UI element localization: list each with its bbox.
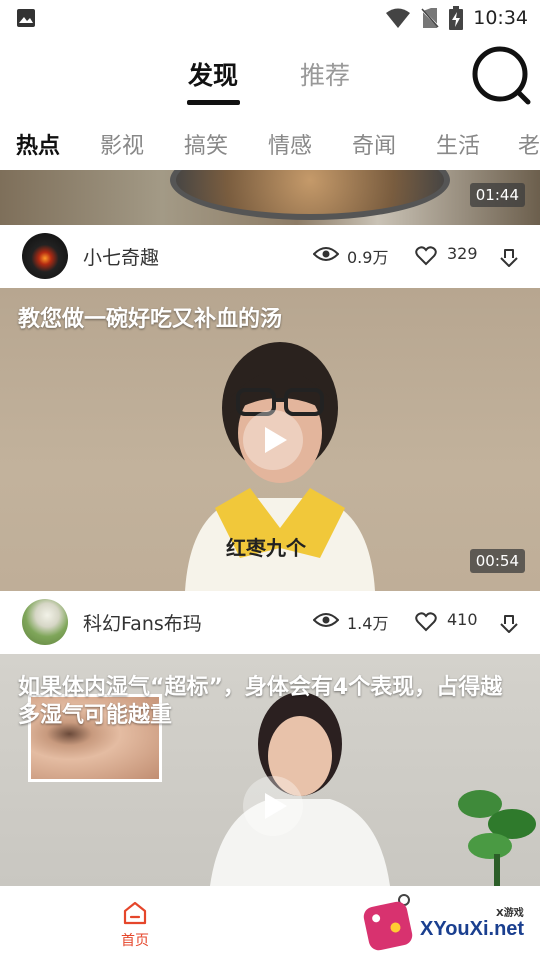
home-icon (123, 901, 147, 925)
play-icon (265, 793, 287, 819)
category-life[interactable]: 生活 (436, 128, 480, 160)
category-emotion[interactable]: 情感 (268, 128, 312, 160)
play-icon (265, 427, 287, 453)
video-duration: 00:54 (469, 549, 525, 573)
video-thumbnail-3[interactable]: 如果体内湿气“超标”，身体会有4个表现，占得越多湿气可能越重 (0, 654, 540, 886)
watermark-logo-icon (361, 899, 415, 953)
nav-home-label: 首页 (121, 933, 149, 949)
download-icon[interactable] (498, 247, 520, 269)
video-frame-art (170, 170, 450, 220)
category-bar: 热点 影视 搞笑 情感 奇闻 生活 老 (0, 118, 540, 170)
video-thumbnail-2[interactable]: 教您做一碗好吃又补血的汤 红枣九个 00:54 (0, 288, 540, 591)
category-film[interactable]: 影视 (100, 128, 144, 160)
no-sim-icon (421, 8, 440, 28)
category-funny[interactable]: 搞笑 (184, 128, 228, 160)
video-title[interactable]: 如果体内湿气“超标”，身体会有4个表现，占得越多湿气可能越重 (18, 674, 523, 730)
like-count: 410 (447, 610, 478, 629)
status-bar: 10:34 (0, 0, 540, 36)
author-name[interactable]: 小七奇趣 (83, 243, 159, 270)
view-count: 0.9万 (347, 248, 389, 267)
play-button[interactable] (243, 776, 303, 836)
tab-recommend[interactable]: 推荐 (300, 56, 350, 92)
watermark-text: XYouXi.net (420, 918, 525, 940)
play-button[interactable] (243, 410, 303, 470)
category-more[interactable]: 老 (518, 128, 540, 160)
gallery-icon (17, 9, 35, 27)
search-button[interactable] (470, 40, 534, 108)
download-icon[interactable] (498, 613, 520, 635)
author-avatar[interactable] (22, 233, 68, 279)
video-duration: 01:44 (469, 183, 525, 207)
plant-decoration (458, 790, 536, 886)
video-info-row: 小七奇趣 0.9万 329 (0, 225, 540, 288)
status-time: 10:34 (473, 7, 528, 29)
like-count: 329 (447, 244, 478, 263)
eye-icon (313, 613, 339, 627)
battery-charging-icon (449, 6, 464, 30)
category-strange[interactable]: 奇闻 (352, 128, 396, 160)
video-thumbnail-1[interactable]: 01:44 (0, 170, 540, 225)
view-count: 1.4万 (347, 614, 389, 633)
heart-icon[interactable] (415, 612, 437, 632)
search-icon (472, 46, 531, 105)
tab-discover[interactable]: 发现 (188, 56, 238, 92)
video-caption: 红枣九个 (226, 536, 306, 560)
heart-icon[interactable] (415, 246, 437, 266)
video-title[interactable]: 教您做一碗好吃又补血的汤 (18, 306, 282, 334)
watermark-small-text: X游戏 (496, 908, 524, 919)
category-hot[interactable]: 热点 (16, 128, 60, 160)
author-avatar[interactable] (22, 599, 68, 645)
active-tab-indicator (187, 100, 240, 105)
bottom-nav: 首页 XYouXi.net X游戏 (0, 886, 540, 960)
author-name[interactable]: 科幻Fans布玛 (83, 609, 202, 636)
top-tabs: 发现 推荐 (0, 36, 540, 110)
nav-home[interactable]: 首页 (100, 894, 170, 954)
wifi-icon (386, 8, 411, 28)
eye-icon (313, 247, 339, 261)
video-info-row: 科幻Fans布玛 1.4万 410 (0, 591, 540, 654)
